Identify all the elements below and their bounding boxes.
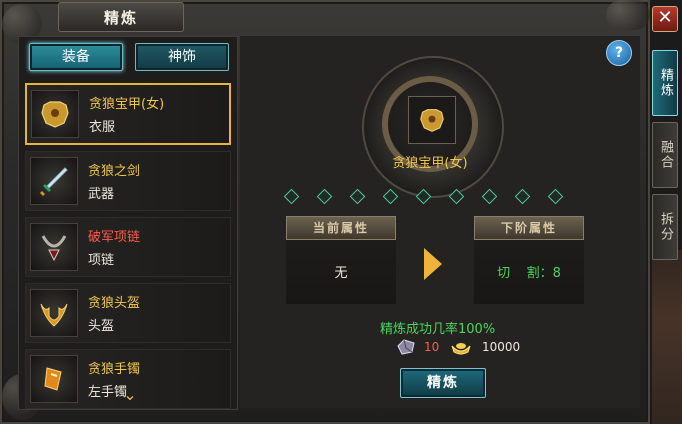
item-name: 贪狼手镯 bbox=[88, 362, 141, 377]
bracelet-icon bbox=[30, 355, 78, 403]
help-icon[interactable]: ? bbox=[606, 40, 632, 66]
progress-diamond bbox=[547, 188, 564, 205]
refine-progress bbox=[282, 188, 582, 208]
item-type: 项链 bbox=[88, 253, 115, 268]
dragon-ornament-top-right bbox=[606, 0, 650, 30]
refine-button[interactable]: 精炼 bbox=[400, 368, 486, 398]
progress-diamond bbox=[283, 188, 300, 205]
item-type: 衣服 bbox=[89, 120, 116, 135]
list-item[interactable]: 贪狼之剑 武器 bbox=[25, 151, 231, 211]
item-name: 破军项链 bbox=[88, 230, 141, 245]
tab-divine-accessory[interactable]: 神饰 bbox=[135, 43, 229, 71]
item-name: 贪狼宝甲(女) bbox=[89, 97, 165, 112]
progress-diamond bbox=[448, 188, 465, 205]
next-attributes-header: 下阶属性 bbox=[474, 216, 584, 240]
window-title: 精炼 bbox=[58, 2, 184, 32]
tab-split[interactable]: 拆分 bbox=[652, 194, 678, 260]
next-attributes: 下阶属性 切 割：8 bbox=[474, 216, 584, 304]
tab-equipment[interactable]: 装备 bbox=[29, 43, 123, 71]
armor-icon bbox=[31, 90, 79, 138]
progress-diamond bbox=[382, 188, 399, 205]
success-rate: 精炼成功几率100% bbox=[380, 322, 496, 337]
helmet-icon bbox=[30, 289, 78, 337]
item-name: 贪狼头盔 bbox=[88, 296, 141, 311]
item-name: 贪狼之剑 bbox=[88, 164, 141, 179]
close-button[interactable]: ✕ bbox=[652, 6, 678, 32]
current-attributes-header: 当前属性 bbox=[286, 216, 396, 240]
side-tab-bar: 精炼 融合 拆分 bbox=[652, 50, 678, 266]
sword-icon bbox=[30, 157, 78, 205]
refine-stone-icon bbox=[397, 339, 415, 355]
progress-diamond bbox=[481, 188, 498, 205]
progress-diamond bbox=[316, 188, 333, 205]
tab-refine[interactable]: 精炼 bbox=[652, 50, 678, 116]
armor-icon bbox=[420, 109, 444, 132]
item-type: 武器 bbox=[88, 187, 115, 202]
progress-diamond bbox=[514, 188, 531, 205]
current-attributes-value: 无 bbox=[334, 265, 348, 281]
tab-fuse[interactable]: 融合 bbox=[652, 122, 678, 188]
item-list-panel: 装备 神饰 贪狼宝甲(女) 衣服 贪狼之剑 武器 破军项链 项链 贪狼头盔 头盔… bbox=[18, 36, 238, 410]
arrow-right-icon bbox=[424, 248, 442, 280]
gold-count: 10000 bbox=[482, 340, 521, 354]
scroll-down-arrow-icon[interactable]: ⌄ bbox=[119, 385, 141, 404]
next-attributes-value: 切 割：8 bbox=[497, 265, 561, 281]
progress-diamond bbox=[349, 188, 366, 205]
target-item-slot[interactable] bbox=[408, 96, 456, 144]
background-scenery bbox=[652, 250, 682, 424]
target-item-name: 贪狼宝甲(女) bbox=[392, 156, 468, 171]
list-item[interactable]: 贪狼宝甲(女) 衣服 bbox=[25, 83, 231, 145]
gold-ingot-icon bbox=[451, 343, 471, 355]
progress-diamond bbox=[415, 188, 432, 205]
item-list: 贪狼宝甲(女) 衣服 贪狼之剑 武器 破军项链 项链 贪狼头盔 头盔 贪狼手镯 … bbox=[25, 83, 231, 415]
current-attributes: 当前属性 无 bbox=[286, 216, 396, 304]
list-item[interactable]: 破军项链 项链 bbox=[25, 217, 231, 277]
stone-count: 10 bbox=[424, 340, 440, 354]
item-type: 头盔 bbox=[88, 319, 115, 334]
list-item[interactable]: 贪狼头盔 头盔 bbox=[25, 283, 231, 343]
necklace-icon bbox=[30, 223, 78, 271]
